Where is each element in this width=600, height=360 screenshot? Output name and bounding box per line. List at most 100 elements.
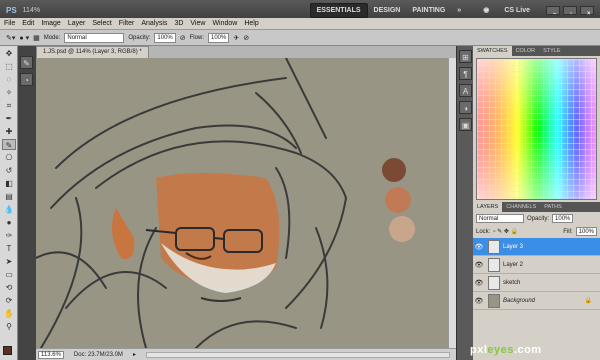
minimize-button[interactable]: –: [546, 5, 560, 17]
brush-presets-icon[interactable]: ✎: [20, 56, 33, 69]
layer-thumbnail: [488, 239, 500, 254]
tab-style[interactable]: STYLE: [539, 46, 564, 56]
dodge-tool-icon[interactable]: ●: [2, 217, 16, 228]
masks-icon[interactable]: ▣: [459, 118, 472, 131]
adjustments-icon[interactable]: ◑: [459, 101, 472, 114]
clone-stamp-tool-icon[interactable]: ⎔: [2, 152, 16, 163]
flow-field[interactable]: 100%: [207, 32, 230, 43]
status-doc-size: Doc: 23.7M/23.0M: [73, 351, 123, 358]
visibility-eye-icon[interactable]: 👁: [473, 297, 485, 305]
type-tool-icon[interactable]: T: [2, 243, 16, 254]
workspace-design[interactable]: DESIGN: [368, 4, 407, 17]
mode-select[interactable]: Normal: [64, 32, 125, 43]
path-select-tool-icon[interactable]: ➤: [2, 256, 16, 267]
brush-preset-picker[interactable]: ● ▾: [19, 34, 29, 42]
opacity-field[interactable]: 100%: [154, 32, 176, 43]
layers-panel-tabs: LAYERS CHANNELS PATHS: [473, 202, 600, 212]
fill-label: Fill:: [563, 228, 573, 235]
layer-row[interactable]: 👁 sketch: [473, 274, 600, 292]
quick-select-tool-icon[interactable]: ✧: [2, 87, 16, 98]
tab-color[interactable]: COLOR: [512, 46, 540, 56]
visibility-eye-icon[interactable]: 👁: [473, 243, 485, 251]
workspace-more[interactable]: »: [451, 4, 467, 17]
photoshop-logo: PS: [6, 5, 17, 15]
brush-tool-icon-active[interactable]: ✎: [2, 139, 16, 150]
menu-view[interactable]: View: [190, 20, 205, 27]
layer-row[interactable]: 👁 Layer 3: [473, 238, 600, 256]
swatch-grid-graphic: [477, 59, 596, 199]
workspace-switcher: ESSENTIALS DESIGN PAINTING » ◉ CS Live – …: [309, 0, 600, 20]
pen-tool-icon[interactable]: ✑: [2, 230, 16, 241]
foreground-color-swatch[interactable]: [3, 346, 12, 355]
history-panel-icon[interactable]: ◔: [20, 73, 33, 86]
status-arrow-icon[interactable]: ▸: [133, 351, 136, 358]
move-tool-icon[interactable]: ✥: [2, 48, 16, 59]
pressure-size-icon[interactable]: ⊘: [243, 34, 249, 42]
app-zoom[interactable]: 114%: [23, 7, 40, 14]
blur-tool-icon[interactable]: 💧: [2, 204, 16, 215]
status-zoom-field[interactable]: 113.6%: [38, 350, 64, 359]
right-panels: SWATCHES COLOR STYLE LAYERS CHANNELS PAT…: [473, 46, 600, 360]
layer-name: Background: [503, 297, 536, 304]
tab-swatches[interactable]: SWATCHES: [473, 46, 512, 56]
lock-controls: Lock: ▫ ✎ ✥ 🔒 Fill: 100%: [473, 225, 600, 238]
airbrush-icon[interactable]: ✈: [233, 34, 239, 42]
zoom-tool-icon[interactable]: ⚲: [2, 321, 16, 332]
character-icon[interactable]: A: [459, 84, 472, 97]
cs-live-button[interactable]: ◉ CS Live: [471, 0, 542, 20]
pressure-opacity-icon[interactable]: ⊘: [180, 34, 186, 42]
brush-panel-icon[interactable]: ▦: [33, 34, 40, 42]
blend-mode-select[interactable]: Normal: [476, 214, 524, 223]
eyedropper-tool-icon[interactable]: ✒: [2, 113, 16, 124]
hand-tool-icon[interactable]: ✋: [2, 308, 16, 319]
menu-filter[interactable]: Filter: [119, 20, 135, 27]
workspace-essentials[interactable]: ESSENTIALS: [309, 2, 368, 18]
3d-orbit-tool-icon[interactable]: ⟳: [2, 295, 16, 306]
healing-tool-icon[interactable]: ✚: [2, 126, 16, 137]
maximize-button[interactable]: ▫: [563, 5, 577, 17]
mode-label: Mode:: [43, 34, 61, 41]
crop-tool-icon[interactable]: ⌗: [2, 100, 16, 111]
marquee-tool-icon[interactable]: ⬚: [2, 61, 16, 72]
globe-icon: ◉: [483, 7, 490, 14]
layer-row[interactable]: 👁 Layer 2: [473, 256, 600, 274]
tab-layers[interactable]: LAYERS: [473, 202, 503, 212]
gradient-tool-icon[interactable]: ▤: [2, 191, 16, 202]
swatch-grid[interactable]: [476, 58, 597, 200]
canvas[interactable]: [36, 58, 448, 348]
visibility-eye-icon[interactable]: 👁: [473, 261, 485, 269]
document-tab[interactable]: 1.JS.psd @ 114% (Layer 3, RGB/8) *: [36, 46, 149, 58]
paragraph-icon[interactable]: ¶: [459, 67, 472, 80]
menu-window[interactable]: Window: [212, 20, 237, 27]
lasso-tool-icon[interactable]: ◌: [2, 74, 16, 85]
menu-select[interactable]: Select: [92, 20, 111, 27]
menu-edit[interactable]: Edit: [22, 20, 34, 27]
menu-3d[interactable]: 3D: [174, 20, 183, 27]
visibility-eye-icon[interactable]: 👁: [473, 279, 485, 287]
close-button[interactable]: ×: [580, 5, 594, 17]
brush-tool-icon[interactable]: ✎▾: [6, 34, 15, 42]
fill-field[interactable]: 100%: [575, 227, 597, 236]
horizontal-scrollbar[interactable]: [145, 351, 450, 358]
workspace-painting[interactable]: PAINTING: [406, 4, 451, 17]
history-brush-tool-icon[interactable]: ↺: [2, 165, 16, 176]
tab-channels[interactable]: CHANNELS: [502, 202, 540, 212]
lock-label: Lock:: [476, 228, 491, 235]
3d-rotate-tool-icon[interactable]: ⟲: [2, 282, 16, 293]
status-bar: 113.6% Doc: 23.7M/23.0M ▸: [36, 348, 456, 360]
shape-tool-icon[interactable]: ▭: [2, 269, 16, 280]
menu-image[interactable]: Image: [41, 20, 60, 27]
menu-file[interactable]: File: [4, 20, 15, 27]
layer-row[interactable]: 👁 Background 🔒: [473, 292, 600, 310]
layer-opacity-field[interactable]: 100%: [552, 214, 574, 223]
menu-help[interactable]: Help: [244, 20, 258, 27]
menu-analysis[interactable]: Analysis: [141, 20, 167, 27]
menu-layer[interactable]: Layer: [68, 20, 86, 27]
eraser-tool-icon[interactable]: ◧: [2, 178, 16, 189]
mini-bridge-icon[interactable]: ⊞: [459, 50, 472, 63]
panel-icon-strip: ⊞ ¶ A ◑ ▣: [456, 46, 473, 360]
lock-icons[interactable]: ▫ ✎ ✥ 🔒: [493, 228, 518, 235]
tab-paths[interactable]: PATHS: [540, 202, 566, 212]
vertical-scrollbar[interactable]: [448, 58, 456, 348]
swatches-panel-tabs: SWATCHES COLOR STYLE: [473, 46, 600, 56]
